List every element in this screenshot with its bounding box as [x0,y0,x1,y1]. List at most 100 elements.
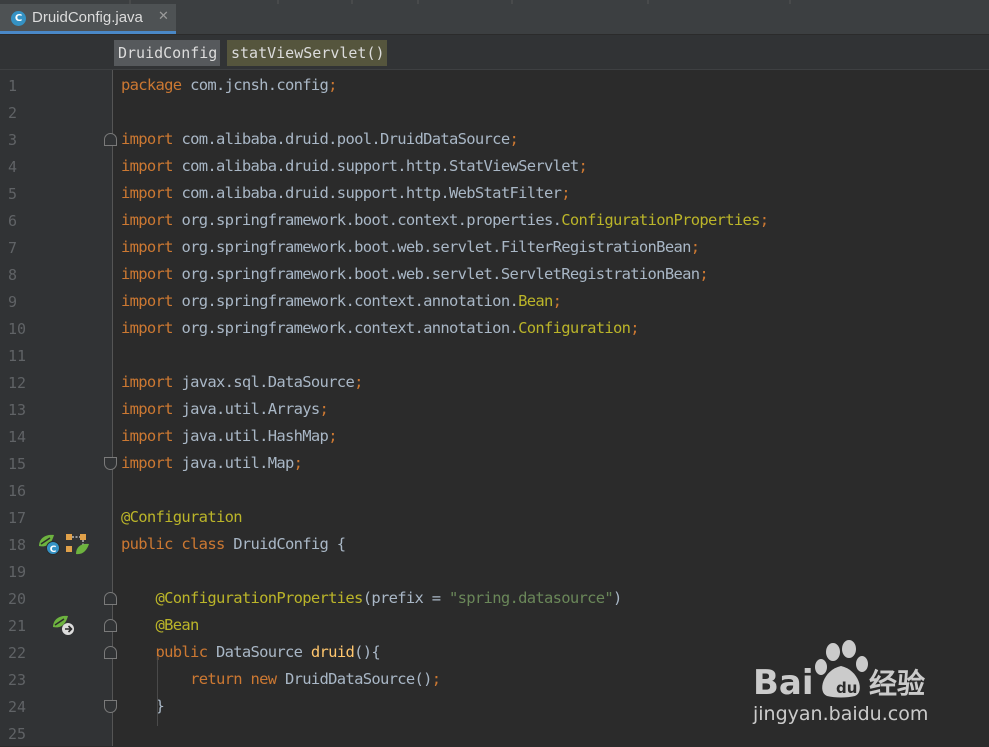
editor-tab-bar: C DruidConfig.java ✕ [0,0,989,35]
code-text[interactable]: import com.alibaba.druid.support.http.St… [121,157,588,175]
line-number[interactable]: 1 [8,77,17,95]
tab-druidconfig-java[interactable]: C DruidConfig.java ✕ [0,4,176,34]
line-number[interactable]: 3 [8,131,17,149]
code-token: DataSource [215,643,311,661]
code-text[interactable]: @Bean [121,616,200,634]
code-line[interactable]: 2 [0,99,989,126]
code-line[interactable]: 17 @Configuration [0,504,989,531]
breadcrumb-method[interactable]: statViewServlet() [227,40,387,66]
fold-marker-icon[interactable] [104,619,117,632]
line-number[interactable]: 13 [8,401,26,419]
code-text[interactable]: import java.util.HashMap; [121,427,338,445]
code-line[interactable]: 9 import org.springframework.context.anno… [0,288,989,315]
line-number[interactable]: 16 [8,482,26,500]
line-number[interactable]: 24 [8,698,26,716]
line-number[interactable]: 7 [8,239,17,257]
line-number[interactable]: 12 [8,374,26,392]
line-number[interactable]: 9 [8,293,17,311]
spring-bean-icon[interactable] [50,613,78,641]
code-line[interactable]: 5 import com.alibaba.druid.support.http.W… [0,180,989,207]
code-text[interactable]: import org.springframework.boot.web.serv… [121,238,700,256]
line-number[interactable]: 15 [8,455,26,473]
code-line[interactable]: 19 [0,558,989,585]
code-text[interactable]: public class DruidConfig { [121,535,346,553]
code-token: @Bean [155,616,200,634]
code-token: import [121,157,182,175]
code-line[interactable]: 1 package com.jcnsh.config; [0,72,989,99]
line-number[interactable]: 11 [8,347,26,365]
line-number[interactable]: 6 [8,212,17,230]
code-line[interactable]: 6 import org.springframework.boot.context… [0,207,989,234]
fold-marker-icon[interactable] [104,457,117,470]
code-token: import [121,211,182,229]
code-text[interactable]: public DataSource druid(){ [121,643,381,661]
code-text[interactable]: return new DruidDataSource(); [121,670,441,688]
fold-marker-icon[interactable] [104,646,117,659]
code-line[interactable]: 12 import javax.sql.DataSource; [0,369,989,396]
line-number[interactable]: 14 [8,428,26,446]
code-text[interactable]: import org.springframework.boot.context.… [121,211,769,229]
code-token: java.util.Map [181,454,294,472]
line-number[interactable]: 17 [8,509,26,527]
code-text[interactable]: import org.springframework.context.annot… [121,319,640,337]
breadcrumb: DruidConfig statViewServlet() [0,35,989,70]
code-text[interactable]: import com.alibaba.druid.pool.DruidDataS… [121,130,519,148]
code-token: com.alibaba.druid.support.http.StatViewS… [181,157,579,175]
code-line[interactable]: 8 import org.springframework.boot.web.ser… [0,261,989,288]
fold-marker-icon[interactable] [104,700,117,713]
code-token: javax.sql.DataSource [181,373,355,391]
code-line[interactable]: 13 import java.util.Arrays; [0,396,989,423]
code-line[interactable]: 16 [0,477,989,504]
line-number[interactable]: 18 [8,536,26,554]
code-line[interactable]: 18 public class DruidConfig { [0,531,989,558]
line-number[interactable]: 20 [8,590,26,608]
code-text[interactable]: import java.util.Map; [121,454,303,472]
code-token: import [121,454,182,472]
spring-config-icon[interactable]: C [36,532,64,560]
code-token: ; [759,211,769,229]
line-number[interactable]: 4 [8,158,17,176]
fold-marker-icon[interactable] [104,592,117,605]
code-text[interactable]: import org.springframework.boot.web.serv… [121,265,709,283]
line-number[interactable]: 22 [8,644,26,662]
code-token: ; [509,130,519,148]
code-token: com.alibaba.druid.pool.DruidDataSource [181,130,510,148]
line-number[interactable]: 5 [8,185,17,203]
code-text[interactable]: import java.util.Arrays; [121,400,329,418]
line-number[interactable]: 10 [8,320,26,338]
line-number[interactable]: 2 [8,104,17,122]
code-line[interactable]: 20 @ConfigurationProperties(prefix = "sp… [0,585,989,612]
code-text[interactable]: import javax.sql.DataSource; [121,373,363,391]
code-line[interactable]: 7 import org.springframework.boot.web.ser… [0,234,989,261]
code-token: package [121,76,191,94]
code-text[interactable]: @Configuration [121,508,243,526]
code-line[interactable]: 3 import com.alibaba.druid.pool.DruidData… [0,126,989,153]
code-line[interactable]: 4 import com.alibaba.druid.support.http.S… [0,153,989,180]
bean-navigation-icon[interactable] [64,532,92,560]
code-text[interactable]: import org.springframework.context.annot… [121,292,562,310]
code-line[interactable]: 10 import org.springframework.context.ann… [0,315,989,342]
code-line[interactable]: 15 import java.util.Map; [0,450,989,477]
close-icon[interactable]: ✕ [158,9,169,24]
code-line[interactable]: 11 [0,342,989,369]
code-token: public class [121,535,234,553]
line-number[interactable]: 21 [8,617,26,635]
code-line[interactable]: 14 import java.util.HashMap; [0,423,989,450]
code-token: import [121,184,182,202]
line-number[interactable]: 23 [8,671,26,689]
line-number[interactable]: 8 [8,266,17,284]
code-text[interactable]: import com.alibaba.druid.support.http.We… [121,184,571,202]
code-token: public [155,643,216,661]
code-token: "spring.datasource" [449,589,614,607]
fold-marker-icon[interactable] [104,133,117,146]
line-number[interactable]: 19 [8,563,26,581]
code-text[interactable]: package com.jcnsh.config; [121,76,337,94]
code-token: org.springframework.boot.context.propert… [181,211,562,229]
breadcrumb-class[interactable]: DruidConfig [114,40,220,66]
code-token: com.jcnsh.config [190,76,329,94]
code-token: import [121,319,182,337]
line-number[interactable]: 25 [8,725,26,743]
code-text[interactable]: @ConfigurationProperties(prefix = "sprin… [121,589,623,607]
code-line[interactable]: 21 @Bean [0,612,989,639]
